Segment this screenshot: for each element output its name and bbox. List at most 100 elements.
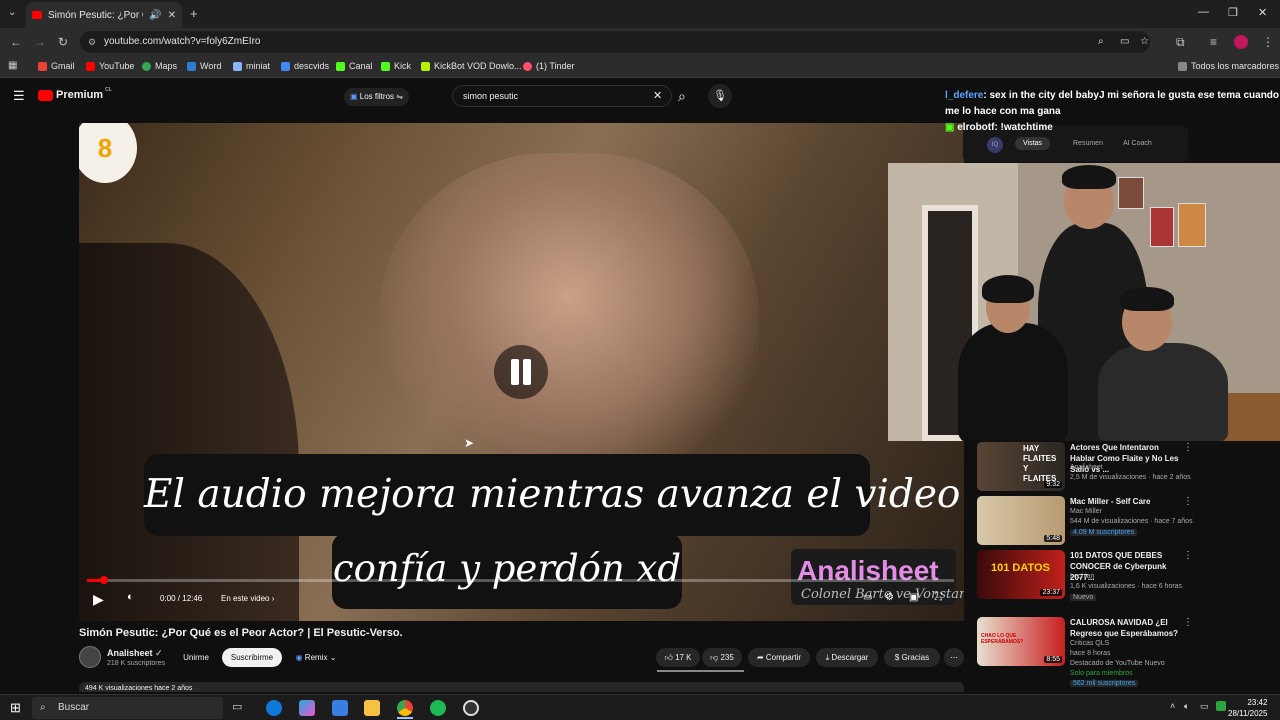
- bookmark-word[interactable]: Word: [187, 61, 221, 71]
- tray-chevron-icon[interactable]: ˄: [1170, 701, 1175, 711]
- recommendation-item[interactable]: HAY FLAITES Y FLAITES 9:32 Actores Que I…: [977, 442, 1277, 500]
- bookmark-youtube[interactable]: YouTube: [86, 61, 134, 71]
- restore-button[interactable]: ❐: [1228, 6, 1238, 19]
- system-clock[interactable]: 23:42 28/11/2025: [1228, 697, 1267, 719]
- speaker-tray-icon[interactable]: 🔈︎: [1184, 701, 1189, 712]
- share-button[interactable]: ➦ Compartir: [748, 648, 810, 667]
- members-only-label: Solo para miembros: [1070, 670, 1133, 677]
- clear-search-icon[interactable]: ✕: [653, 86, 662, 106]
- more-options-icon[interactable]: ⋮: [1183, 617, 1193, 628]
- subscriber-badge: 562 mil suscriptores: [1070, 680, 1139, 687]
- more-options-icon[interactable]: ⋮: [1183, 442, 1193, 453]
- more-actions-button[interactable]: ⋯: [944, 648, 964, 667]
- zoom-icon[interactable]: ⌕: [1098, 31, 1104, 53]
- spotify-icon[interactable]: [430, 700, 446, 716]
- copilot-icon[interactable]: [299, 700, 315, 716]
- apps-grid-icon[interactable]: ▦: [8, 60, 17, 71]
- cam-poster: [1118, 177, 1144, 209]
- bookmark-star-icon[interactable]: ☆: [1140, 31, 1149, 53]
- edge-icon[interactable]: [266, 700, 282, 716]
- recommendation-thumbnail[interactable]: 101 DATOS 23:37: [977, 550, 1065, 599]
- speaker-icon[interactable]: 🔊: [149, 10, 161, 21]
- forward-icon[interactable]: →: [34, 35, 46, 49]
- all-bookmarks-folder[interactable]: Todos los marcadores: [1178, 61, 1279, 71]
- tab-search-icon[interactable]: ⌄: [8, 7, 16, 18]
- dislike-button[interactable]: 👎︎ 235: [702, 648, 742, 667]
- bookmark-maps[interactable]: Maps: [142, 61, 177, 71]
- volume-icon[interactable]: ◐: [127, 591, 134, 603]
- new-tab-button[interactable]: +: [190, 6, 198, 21]
- task-view-icon[interactable]: ▭: [232, 700, 248, 716]
- search-input[interactable]: simon pesutic ✕: [452, 85, 672, 107]
- share-icon: ➦: [756, 653, 766, 662]
- hamburger-menu-icon[interactable]: ☰: [13, 88, 25, 104]
- cast-icon[interactable]: ▭: [1120, 31, 1129, 53]
- miniplayer-icon[interactable]: ▣: [909, 592, 918, 603]
- channel-name[interactable]: Analisheet ✓: [107, 648, 163, 659]
- chrome-icon[interactable]: [397, 700, 413, 716]
- settings-icon[interactable]: ⚙: [885, 592, 894, 603]
- recommendation-thumbnail[interactable]: HAY FLAITES Y FLAITES 9:32: [977, 442, 1065, 491]
- profile-avatar[interactable]: [1234, 35, 1248, 49]
- like-button[interactable]: 👍︎ 17 K: [656, 648, 700, 667]
- media-control-icon[interactable]: ≡: [1210, 35, 1217, 49]
- search-value: simon pesutic: [463, 91, 519, 101]
- recommendation-item[interactable]: CHAO LO QUE ESPERÁBAMOS? 8:55 CALUROSA N…: [977, 617, 1277, 687]
- app-tray-icon[interactable]: [1216, 701, 1226, 711]
- channel-sticker: 8: [79, 123, 137, 183]
- remix-icon: ◉: [295, 653, 305, 662]
- taskbar-search[interactable]: ⌕ Buscar: [32, 697, 223, 719]
- fullscreen-icon[interactable]: ⛶: [935, 592, 942, 603]
- bookmark-gmail[interactable]: Gmail: [38, 61, 75, 71]
- minimize-button[interactable]: —: [1198, 6, 1209, 18]
- recommendation-title: CALUROSA NAVIDAD ¿El Regreso que Esperáb…: [1070, 618, 1179, 638]
- youtube-logo[interactable]: Premium CL: [38, 87, 112, 101]
- network-tray-icon[interactable]: ▭: [1200, 701, 1209, 712]
- bookmark-canal[interactable]: Canal: [336, 61, 373, 71]
- store-icon[interactable]: [332, 700, 348, 716]
- recommendation-item[interactable]: 101 DATOS 23:37 101 DATOS QUE DEBES CONO…: [977, 550, 1277, 608]
- verified-icon: ✓: [155, 648, 163, 658]
- address-bar[interactable]: ⚙ youtube.com/watch?v=foly6ZmEIro ⌕ ▭ ☆: [80, 31, 1150, 53]
- close-tab-icon[interactable]: ✕: [168, 10, 176, 21]
- video-player[interactable]: 8 El audio mejora mientras avanza el vid…: [79, 123, 964, 621]
- recommendation-thumbnail[interactable]: CHAO LO QUE ESPERÁBAMOS? 8:55: [977, 617, 1065, 666]
- file-explorer-icon[interactable]: [364, 700, 380, 716]
- bookmark-label: Maps: [155, 61, 178, 71]
- bookmark-kick[interactable]: Kick: [381, 61, 411, 71]
- recommendation-thumbnail[interactable]: 5:48: [977, 496, 1065, 545]
- menu-icon[interactable]: ⋮: [1262, 35, 1274, 49]
- obs-icon[interactable]: [463, 700, 479, 716]
- reload-icon[interactable]: ↻: [58, 35, 68, 49]
- pause-button[interactable]: [494, 345, 548, 399]
- voice-search-icon[interactable]: 🎙: [708, 84, 732, 108]
- recommendation-meta: 2,5 M de visualizaciones · hace 2 años: [1070, 474, 1191, 481]
- captions-icon[interactable]: ▭: [863, 592, 872, 603]
- subscribe-button[interactable]: Suscribirme: [222, 648, 282, 667]
- more-options-icon[interactable]: ⋮: [1183, 550, 1193, 561]
- back-icon[interactable]: ←: [10, 35, 22, 49]
- more-options-icon[interactable]: ⋮: [1183, 496, 1193, 507]
- play-icon[interactable]: ▶: [93, 591, 104, 608]
- bookmark-tinder[interactable]: (1) Tinder: [523, 61, 575, 71]
- windows-start-icon[interactable]: ⊞: [10, 700, 21, 716]
- description-box[interactable]: 494 K visualizaciones hace 2 años: [79, 682, 964, 692]
- site-info-icon[interactable]: ⚙: [88, 31, 96, 53]
- remix-button[interactable]: ◉ Remix ⌄: [288, 648, 344, 667]
- progress-bar[interactable]: [87, 576, 954, 584]
- extensions-icon[interactable]: ⧉: [1176, 35, 1185, 50]
- bookmark-descvids[interactable]: descvids: [281, 61, 329, 71]
- recommendation-item[interactable]: 5:48 Mac Miller - Self Care Mac Miller 5…: [977, 496, 1277, 554]
- thanks-button[interactable]: $ Gracias: [884, 648, 940, 667]
- search-icon[interactable]: ⌕: [678, 88, 686, 105]
- filters-button[interactable]: ▣ Los filtros ⇋: [344, 88, 409, 106]
- cam-person-right: [1098, 343, 1228, 441]
- bookmark-kickbot[interactable]: KickBot VOD Dowlo...: [421, 61, 522, 71]
- bookmark-miniat[interactable]: miniat: [233, 61, 270, 71]
- channel-avatar[interactable]: [79, 646, 101, 668]
- join-button[interactable]: Unirme: [176, 648, 216, 667]
- download-button[interactable]: ⤓ Descargar: [816, 648, 878, 667]
- chapters-button[interactable]: En este video ›: [221, 594, 274, 603]
- close-window-button[interactable]: ✕: [1258, 6, 1267, 19]
- active-tab[interactable]: Simón Pesutic: ¿Por Qué es 🔊 ✕: [26, 2, 182, 28]
